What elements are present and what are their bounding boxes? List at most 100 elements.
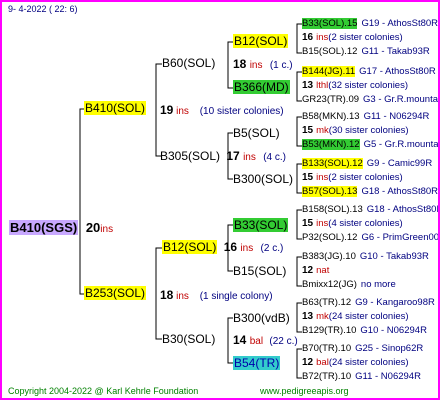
root-name: B410(SGS) (9, 220, 79, 235)
gen3-name-1: B366(MD) (233, 80, 290, 94)
leaf-origin: G11 - N06294R (363, 111, 430, 122)
leaf-ins: mk (316, 311, 329, 322)
gen3-ins-6: bal (249, 336, 264, 347)
gen1-name-0: B410(SOL) (84, 101, 147, 115)
leaf-id: B72(TR).10 (302, 371, 352, 382)
leaf-origin: G10 - Takab93R (359, 251, 429, 262)
leaf-row: 15 ins(4 sister colonies) (302, 219, 403, 229)
leaf-id: B63(TR).12 (302, 297, 352, 308)
leaf-id: B158(SOL).13 (302, 204, 363, 215)
footer-site[interactable]: www.pedigreeapis.org (260, 387, 349, 396)
gen3-node-1: B366(MD) (233, 80, 290, 94)
gen1-info-1: 18 ins (1 single colony) (160, 289, 273, 302)
leaf-count: 13 (302, 80, 314, 91)
leaf-id: B33(SOL).15 (302, 18, 358, 29)
tree-lines (79, 23, 302, 379)
leaf-row: B57(SOL).13 G18 - AthosSt80R (302, 186, 438, 197)
leaf-row: 12 bal(24 sister colonies) (302, 358, 409, 368)
leaf-origin: G9 - Camic99R (366, 158, 433, 169)
leaf-id: B57(SOL).13 (302, 186, 358, 197)
leaf-note: (2 sister colonies) (328, 172, 403, 183)
leaf-note: (24 sister colonies) (328, 357, 409, 368)
leaf-ins: nat (316, 265, 330, 276)
leaf-row: B70(TR).10 G25 - Sinop62R (302, 344, 423, 354)
leaf-origin: G9 - Kangaroo98R (355, 297, 435, 308)
leaf-row: 15 mk(30 sister colonies) (302, 126, 409, 136)
leaf-origin: G19 - AthosSt80R (361, 18, 439, 29)
leaf-id: GR23(TR).09 (302, 94, 360, 105)
leaf-id: B133(SOL).12 (302, 158, 363, 169)
gen1-node-0: B410(SOL) (84, 101, 147, 115)
leaf-row: 16 ins(2 sister colonies) (302, 33, 403, 43)
leaf-row: B33(SOL).15 G19 - AthosSt80R (302, 18, 439, 29)
gen2-node-2: B12(SOL) 16 ins (2 c.) (162, 240, 283, 254)
gen2-node-1: B305(SOL) 17 ins (4 c.) (160, 150, 286, 163)
gen3-note-6: (22 c.) (269, 336, 298, 347)
gen3-count-0: 18 (233, 57, 247, 71)
gen3-node-4: B33(SOL) (233, 218, 289, 232)
gen3-name-4: B33(SOL) (233, 218, 289, 232)
leaf-note: (4 sister colonies) (328, 218, 403, 229)
gen3-count-6: 14 (233, 333, 247, 347)
leaf-id: B70(TR).10 (302, 343, 352, 354)
leaf-id: Bmixx12(JG) (302, 279, 357, 290)
gen3-node-7: B54(TR) (233, 356, 281, 370)
gen2-count-2: 16 (223, 240, 238, 254)
gen1-ins-0: ins (176, 106, 189, 117)
gen3-name-0: B12(SOL) (233, 34, 289, 48)
date-stamp: 9- 4-2022 ( 22: 6) (8, 4, 78, 14)
gen1-name-1: B253(SOL) (84, 286, 147, 300)
leaf-id: B15(SOL).12 (302, 46, 358, 57)
gen3-note-0: (1 c.) (269, 60, 293, 71)
footer-copyright: Copyright 2004-2022 @ Karl Kehrle Founda… (8, 386, 199, 396)
leaf-ins: mk (316, 125, 329, 136)
root-ins: ins (100, 224, 114, 235)
leaf-origin: G10 - N06294R (360, 325, 427, 336)
gen1-note-1: (1 single colony) (199, 291, 273, 302)
gen1-node-1: B253(SOL) (84, 286, 147, 300)
leaf-count: 12 (302, 265, 314, 276)
gen2-name-2: B12(SOL) (162, 240, 218, 254)
leaf-row: B144(JG).11 G17 - AthosSt80R (302, 66, 436, 77)
leaf-origin: G25 - Sinop62R (355, 343, 424, 354)
gen3-node-2: B5(SOL) (233, 126, 280, 140)
leaf-row: B133(SOL).12 G9 - Camic99R (302, 158, 433, 169)
gen1-count-1: 18 (160, 288, 174, 302)
leaf-row: 13 mk(24 sister colonies) (302, 312, 409, 322)
gen2-node-3: B30(SOL) (162, 332, 216, 346)
gen1-note-0: (10 sister colonies) (199, 106, 284, 117)
gen2-count-1: 17 (226, 149, 240, 163)
leaf-id: B58(MKN).13 (302, 111, 360, 122)
root-node: B410(SGS) 20ins (9, 220, 114, 235)
leaf-row: B58(MKN).13 G11 - N06294R (302, 112, 429, 122)
leaf-id: B53(MKN).12 (302, 139, 360, 150)
leaf-origin: G18 - AthosSt80R (366, 204, 440, 215)
leaf-id: B144(JG).11 (302, 66, 356, 77)
gen1-count-0: 19 (160, 103, 174, 117)
bracket-root (79, 108, 84, 295)
leaf-row: B383(JG).10 G10 - Takab93R (302, 252, 429, 262)
leaf-note: (24 sister colonies) (328, 311, 409, 322)
gen2-name-1: B305(SOL) (160, 149, 221, 163)
gen3-name-7: B54(TR) (233, 356, 281, 370)
gen3-node-0: B12(SOL) (233, 34, 289, 48)
leaf-row: GR23(TR).09 G3 - Gr.R.mounta (302, 95, 438, 105)
leaf-count: 16 (302, 32, 314, 43)
leaf-id: P32(SOL).12 (302, 232, 358, 243)
gen2-note-1: (4 c.) (263, 152, 286, 163)
leaf-row: B158(SOL).13 G18 - AthosSt80R (302, 204, 440, 215)
leaf-row: Bmixx12(JG) no more (302, 280, 396, 290)
gen1-info-0: 19 ins (10 sister colonies) (160, 104, 284, 117)
leaf-ins: ins (316, 218, 329, 229)
leaf-row: B63(TR).12 G9 - Kangaroo98R (302, 298, 435, 308)
leaf-count: 15 (302, 218, 314, 229)
gen3-info-0: 18 ins (1 c.) (233, 58, 293, 71)
gen1-ins-1: ins (176, 291, 189, 302)
leaf-row: B53(MKN).12 G5 - Gr.R.mounta (302, 139, 438, 150)
leaf-id: B129(TR).10 (302, 325, 357, 336)
leaf-ins: lthl (316, 80, 329, 91)
gen2-ins-2: ins (240, 243, 254, 254)
leaf-origin: G3 - Gr.R.mounta (363, 94, 438, 105)
gen3-node-5: B15(SOL) (233, 264, 287, 278)
leaf-count: 15 (302, 125, 314, 136)
